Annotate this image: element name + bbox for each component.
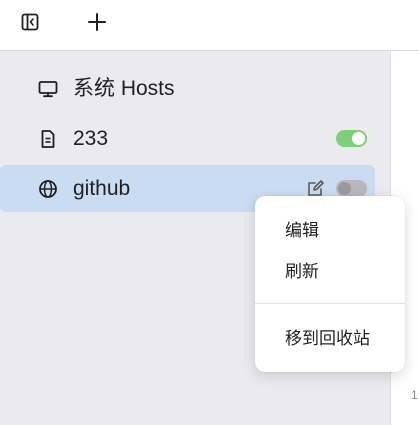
toggle-knob <box>352 132 365 145</box>
enable-toggle[interactable] <box>336 130 367 147</box>
toggle-knob <box>338 182 351 195</box>
sidebar-item-label: 系统 Hosts <box>73 77 175 100</box>
monitor-icon <box>38 81 58 98</box>
sidebar-item-label: github <box>73 177 131 200</box>
menu-item-refresh[interactable]: 刷新 <box>255 254 405 290</box>
line-number: 1 <box>411 388 418 402</box>
menu-item-edit[interactable]: 编辑 <box>255 213 405 249</box>
globe-icon <box>39 180 57 198</box>
enable-toggle[interactable] <box>336 180 367 197</box>
sidebar-item-233[interactable]: 233 <box>0 115 375 162</box>
context-menu: 编辑 刷新 移到回收站 <box>255 196 405 372</box>
menu-item-move-to-trash[interactable]: 移到回收站 <box>255 321 405 357</box>
add-hosts-button[interactable] <box>85 10 109 34</box>
edit-icon[interactable] <box>306 178 326 198</box>
top-toolbar <box>0 0 419 51</box>
plus-icon <box>88 13 106 31</box>
sidebar-toggle-icon <box>21 13 39 31</box>
sidebar-item-label: 233 <box>73 127 109 150</box>
sidebar-toggle-button[interactable] <box>18 10 42 34</box>
sidebar-item-system-hosts[interactable]: 系统 Hosts <box>0 65 375 112</box>
document-icon <box>41 130 55 148</box>
menu-divider <box>255 303 405 304</box>
